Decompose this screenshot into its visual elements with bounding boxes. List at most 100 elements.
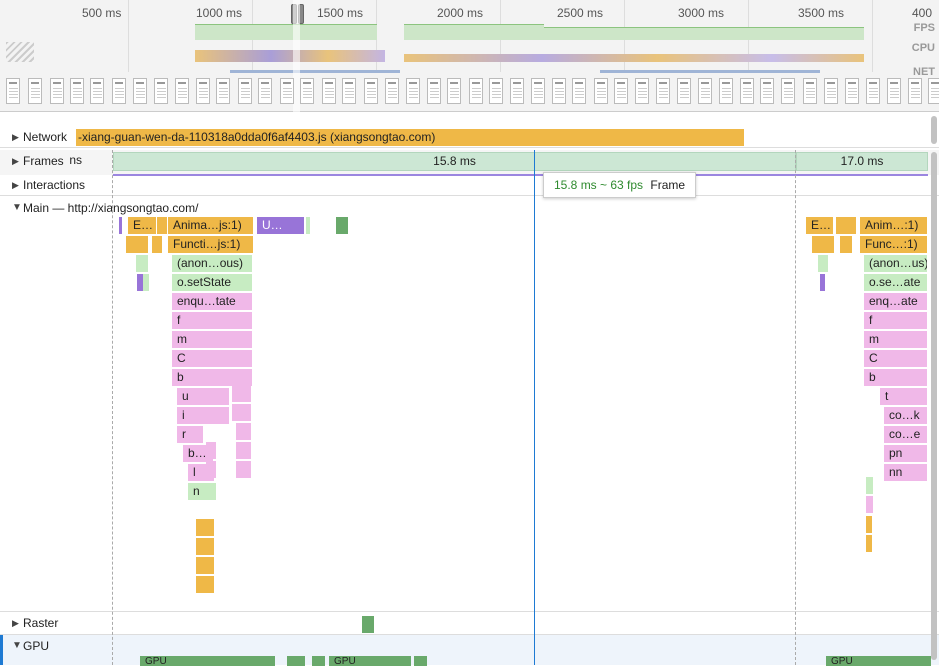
selected-range[interactable] [293, 0, 300, 112]
filmstrip-frame[interactable] [50, 78, 64, 104]
timeline-overview[interactable]: 500 ms 1000 ms 1500 ms 2000 ms 2500 ms 3… [0, 0, 939, 112]
flame-block[interactable]: u [177, 388, 229, 405]
flame-block[interactable] [866, 535, 872, 552]
filmstrip-frame[interactable] [740, 78, 754, 104]
flame-block[interactable]: nn [884, 464, 927, 481]
filmstrip-frame[interactable] [845, 78, 859, 104]
filmstrip-frame[interactable] [824, 78, 838, 104]
flame-block[interactable]: pn [884, 445, 927, 462]
raster-task-block[interactable] [362, 616, 374, 633]
filmstrip-frame[interactable] [531, 78, 545, 104]
filmstrip-frame[interactable] [510, 78, 524, 104]
filmstrip-frame[interactable] [677, 78, 691, 104]
filmstrip-frame[interactable] [572, 78, 586, 104]
flame-block[interactable]: co…e [884, 426, 927, 443]
filmstrip-frame[interactable] [258, 78, 272, 104]
network-request-bar[interactable]: -xiang-guan-wen-da-110318a0dda0f6af4403.… [76, 129, 744, 146]
frames-track[interactable]: ▶ Frames ns 15.8 ms 17.0 ms [0, 150, 939, 176]
flame-block[interactable]: co…k [884, 407, 927, 424]
frame-segment-selected[interactable]: 15.8 ms [113, 152, 796, 171]
filmstrip-frame[interactable] [447, 78, 461, 104]
flame-block[interactable]: f [864, 312, 927, 329]
filmstrip-frame[interactable] [614, 78, 628, 104]
filmstrip-frame[interactable] [908, 78, 922, 104]
flame-block[interactable] [126, 236, 148, 253]
filmstrip-frame[interactable] [6, 78, 20, 104]
filmstrip-frame[interactable] [781, 78, 795, 104]
flame-block[interactable]: C [172, 350, 252, 367]
flame-block[interactable] [836, 217, 856, 234]
flame-block[interactable] [206, 442, 216, 459]
filmstrip-frame[interactable] [385, 78, 399, 104]
expand-triangle-icon[interactable]: ▶ [12, 132, 19, 143]
flame-block[interactable] [152, 236, 162, 253]
flame-block[interactable]: m [864, 331, 927, 348]
filmstrip-frame[interactable] [656, 78, 670, 104]
expand-triangle-icon[interactable]: ▶ [12, 180, 19, 191]
filmstrip-frame[interactable] [719, 78, 733, 104]
filmstrip-frame[interactable] [552, 78, 566, 104]
filmstrip-frame[interactable] [489, 78, 503, 104]
flame-block[interactable] [157, 217, 167, 234]
flame-block[interactable]: o.setState [172, 274, 252, 291]
flame-block[interactable]: Func…:1) [860, 236, 927, 253]
flame-block[interactable]: i [177, 407, 229, 424]
flame-block[interactable]: (anon…ous) [172, 255, 252, 272]
filmstrip-frame[interactable] [90, 78, 104, 104]
main-thread-track[interactable]: ▼ Main — http://xiangsongtao.com/ E… U… … [0, 196, 939, 611]
flame-block[interactable]: f [172, 312, 252, 329]
flame-block[interactable] [812, 236, 834, 253]
flame-block[interactable]: Anim…:1) [860, 217, 927, 234]
gpu-track[interactable]: ▼ GPU GPU GPU GPU [0, 635, 939, 666]
filmstrip-frame[interactable] [887, 78, 901, 104]
interactions-track[interactable]: ▶ Interactions [0, 176, 939, 196]
filmstrip-frame[interactable] [803, 78, 817, 104]
flame-block[interactable] [119, 217, 122, 234]
filmstrip-frame[interactable] [175, 78, 189, 104]
flame-block[interactable] [236, 442, 251, 459]
flame-block[interactable] [143, 274, 149, 291]
filmstrip-frame[interactable] [406, 78, 420, 104]
raster-track[interactable]: ▶ Raster [0, 611, 939, 635]
flame-block[interactable] [336, 217, 348, 234]
flame-block[interactable]: t [880, 388, 927, 405]
filmstrip-frame[interactable] [112, 78, 126, 104]
filmstrip-frame[interactable] [635, 78, 649, 104]
expand-triangle-icon[interactable]: ▶ [12, 156, 19, 167]
filmstrip-frame[interactable] [280, 78, 294, 104]
flame-block[interactable] [196, 576, 214, 593]
flame-block[interactable] [196, 538, 214, 555]
filmstrip-frame[interactable] [427, 78, 441, 104]
flame-block[interactable]: U… [257, 217, 304, 234]
flamechart-scrollbar[interactable] [931, 152, 937, 660]
filmstrip-frame[interactable] [928, 78, 939, 104]
flame-block[interactable]: C [864, 350, 927, 367]
filmstrip-frame[interactable] [238, 78, 252, 104]
filmstrip-frame[interactable] [70, 78, 84, 104]
filmstrip-frame[interactable] [594, 78, 608, 104]
filmstrip-frame[interactable] [300, 78, 314, 104]
flame-block[interactable] [196, 557, 214, 574]
network-scrollbar[interactable] [931, 116, 937, 144]
flame-block[interactable] [196, 519, 214, 536]
filmstrip-frame[interactable] [760, 78, 774, 104]
flame-block[interactable]: o.se…ate [864, 274, 927, 291]
flame-block[interactable]: E… [128, 217, 156, 234]
flame-block[interactable]: r [177, 426, 203, 443]
flame-block[interactable]: E… [806, 217, 833, 234]
flame-block[interactable] [206, 461, 216, 478]
flame-block[interactable] [818, 255, 828, 272]
flame-block[interactable] [232, 404, 251, 421]
flame-block[interactable]: enq…ate [864, 293, 927, 310]
filmstrip-frame[interactable] [698, 78, 712, 104]
flame-block[interactable]: b [864, 369, 927, 386]
filmstrip-frame[interactable] [196, 78, 210, 104]
flame-block[interactable]: m [172, 331, 252, 348]
filmstrip-frame[interactable] [133, 78, 147, 104]
flame-block[interactable]: enqu…tate [172, 293, 252, 310]
flame-block[interactable] [820, 274, 825, 291]
filmstrip-frame[interactable] [322, 78, 336, 104]
collapse-triangle-icon[interactable]: ▼ [12, 202, 22, 213]
flame-block[interactable] [866, 496, 873, 513]
flame-block[interactable] [306, 217, 310, 234]
